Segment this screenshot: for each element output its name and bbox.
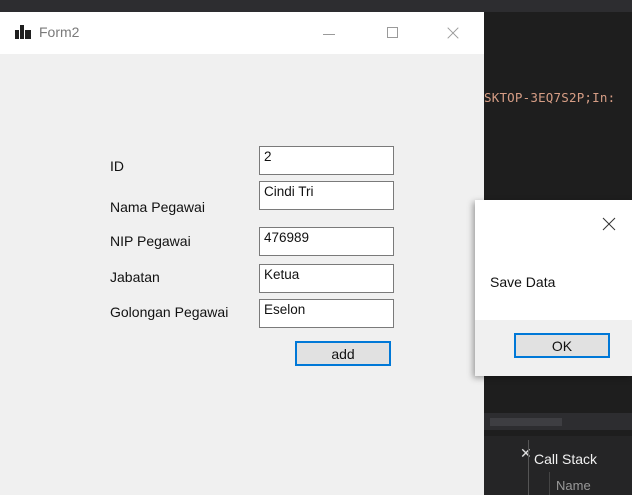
label-nip-pegawai: NIP Pegawai [110, 233, 191, 249]
name-column-header[interactable]: Name [556, 478, 591, 493]
message-box-close-button[interactable] [602, 217, 616, 231]
label-jabatan: Jabatan [110, 269, 160, 285]
label-nama-pegawai: Nama Pegawai [110, 199, 205, 215]
form-app-icon [15, 25, 31, 39]
close-icon [447, 27, 459, 39]
nip-pegawai-field[interactable] [259, 227, 394, 256]
minimize-button[interactable] [305, 12, 351, 54]
message-text: Save Data [490, 274, 556, 290]
form2-window: Form2 ID Nama Pegawai NIP Pegawai Jabata… [0, 12, 484, 495]
column-separator [549, 472, 550, 495]
tab-call-stack[interactable]: Call Stack [534, 451, 597, 467]
ok-button[interactable]: OK [514, 333, 610, 358]
label-golongan-pegawai: Golongan Pegawai [110, 304, 229, 320]
ide-top-bar [0, 0, 632, 12]
minimize-icon [323, 34, 335, 35]
nama-pegawai-field[interactable] [259, 181, 394, 210]
close-button[interactable] [430, 12, 476, 54]
label-id: ID [110, 158, 124, 174]
close-icon [603, 218, 615, 230]
panel-separator [528, 440, 529, 495]
maximize-icon [387, 27, 398, 38]
golongan-pegawai-field[interactable] [259, 299, 394, 328]
id-field[interactable] [259, 146, 394, 175]
maximize-button[interactable] [369, 12, 415, 54]
window-title: Form2 [39, 24, 80, 40]
ide-code-fragment: SKTOP-3EQ7S2P;In: [484, 90, 616, 105]
add-button[interactable]: add [295, 341, 391, 366]
ide-scrollbar-thumb[interactable] [490, 418, 562, 426]
panel-close-icon[interactable]: ✕ [520, 446, 532, 462]
form2-titlebar[interactable]: Form2 [0, 12, 484, 54]
jabatan-field[interactable] [259, 264, 394, 293]
